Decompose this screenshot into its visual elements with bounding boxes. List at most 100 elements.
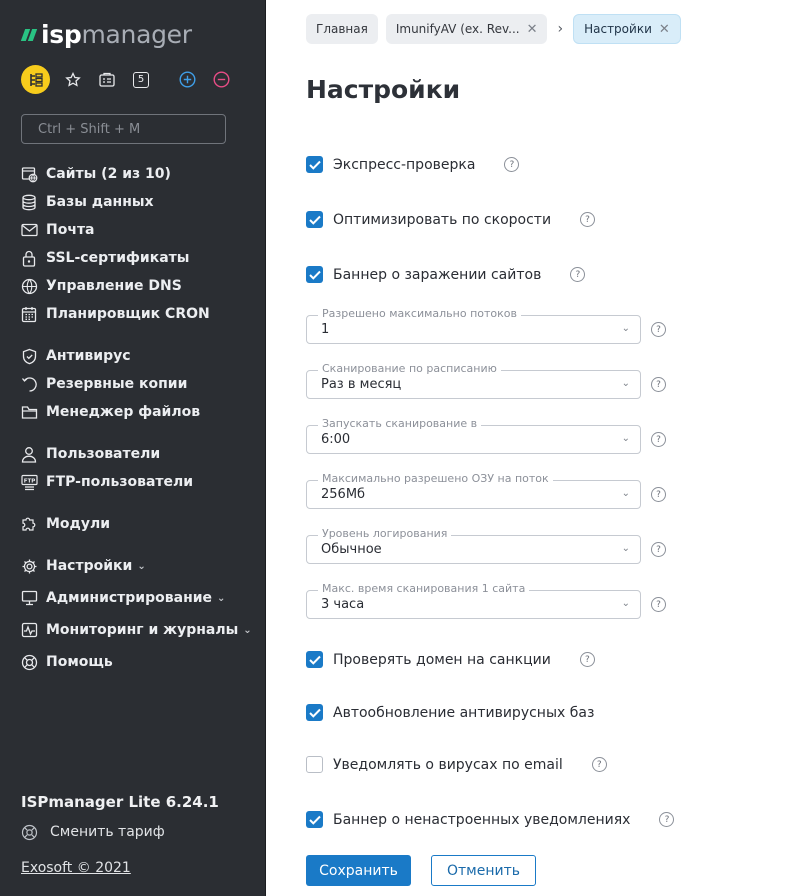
checkbox-unchecked-icon[interactable]	[306, 756, 323, 773]
sidebar-item-monitoring[interactable]: Мониторинг и журналы ⌄	[20, 616, 260, 644]
checkbox-label: Уведомлять о вирусах по email	[333, 756, 563, 773]
help-icon[interactable]: ?	[579, 652, 595, 667]
checkbox-express-scan[interactable]: Экспресс-проверка ?	[306, 156, 520, 173]
help-icon[interactable]: ?	[651, 487, 666, 502]
menu-gap	[20, 496, 260, 510]
chevron-down-icon: ⌄	[621, 543, 630, 554]
sidebar-item-label: SSL-сертификаты	[46, 250, 190, 266]
checkbox-label: Проверять домен на санкции	[333, 651, 551, 668]
ftp-icon: FTP	[20, 473, 38, 491]
checkbox-optimize-speed[interactable]: Оптимизировать по скорости ?	[306, 211, 596, 228]
sidebar-item-label: Резервные копии	[46, 376, 188, 392]
checkbox-checked-icon[interactable]	[306, 211, 323, 228]
sidebar-item-label: Настройки	[46, 558, 133, 574]
remove-circle-icon[interactable]	[210, 69, 232, 91]
select-log-level[interactable]: Уровень логирования Обычное ⌄	[306, 527, 641, 564]
checkbox-checked-icon[interactable]	[306, 651, 323, 668]
menu-gap	[20, 426, 260, 440]
checkbox-label: Оптимизировать по скорости	[333, 211, 552, 228]
ispmanager-logo[interactable]: isp manager	[20, 18, 192, 50]
sidebar-item-file-manager[interactable]: Менеджер файлов	[20, 398, 260, 426]
chevron-down-icon: ⌄	[137, 560, 146, 572]
menu-gap	[20, 538, 260, 552]
sidebar-item-settings[interactable]: Настройки ⌄	[20, 552, 260, 580]
checkbox-notifications-banner[interactable]: Баннер о ненастроенных уведомлениях ?	[306, 811, 675, 828]
select-max-ram[interactable]: Максимально разрешено ОЗУ на поток 256Мб…	[306, 472, 641, 509]
checkbox-auto-update[interactable]: Автообновление антивирусных баз	[306, 704, 594, 721]
select-label: Запускать сканирование в	[318, 417, 482, 430]
add-circle-icon[interactable]	[176, 69, 198, 91]
help-icon[interactable]: ?	[651, 377, 666, 392]
sidebar-item-label: Менеджер файлов	[46, 404, 201, 420]
select-start-time[interactable]: Запускать сканирование в 6:00 ⌄	[306, 417, 641, 454]
sidebar-item-label: Сайты (2 из 10)	[46, 166, 171, 182]
tree-icon[interactable]	[21, 65, 50, 94]
sidebar-item-mail[interactable]: Почта	[20, 216, 260, 244]
counter-badge[interactable]: 5	[130, 69, 152, 91]
cancel-button[interactable]: Отменить	[431, 855, 536, 886]
chevron-down-icon: ⌄	[621, 378, 630, 389]
breadcrumb-imunifyav[interactable]: ImunifyAV (ex. Rev... ✕	[385, 14, 548, 44]
select-max-scan-time[interactable]: Макс. время сканирования 1 сайта 3 часа …	[306, 582, 641, 619]
sidebar-item-label: FTP-пользователи	[46, 474, 194, 490]
help-icon[interactable]: ?	[651, 432, 666, 447]
help-icon[interactable]: ?	[651, 597, 666, 612]
breadcrumb: Главная ImunifyAV (ex. Rev... ✕ › Настрой…	[306, 14, 681, 44]
help-icon[interactable]: ?	[504, 157, 520, 172]
help-icon[interactable]: ?	[651, 322, 666, 337]
sidebar-item-label: Администрирование	[46, 590, 213, 606]
select-max-threads[interactable]: Разрешено максимально потоков 1 ⌄	[306, 307, 641, 344]
sidebar-item-label: Модули	[46, 516, 111, 532]
sidebar-item-dns[interactable]: Управление DNS	[20, 272, 260, 300]
sidebar-item-administration[interactable]: Администрирование ⌄	[20, 584, 260, 612]
sidebar-item-label: Помощь	[46, 654, 113, 670]
help-icon[interactable]: ?	[580, 212, 596, 227]
breadcrumb-label: ImunifyAV (ex. Rev...	[395, 22, 520, 36]
breadcrumb-settings[interactable]: Настройки ✕	[573, 14, 681, 44]
checkbox-email-notify[interactable]: Уведомлять о вирусах по email ?	[306, 756, 607, 773]
breadcrumb-home[interactable]: Главная	[306, 14, 378, 44]
sidebar-item-ssl[interactable]: SSL-сертификаты	[20, 244, 260, 272]
chevron-down-icon: ⌄	[243, 624, 252, 636]
sidebar-item-label: Управление DNS	[46, 278, 182, 294]
logo-text-bold: isp	[41, 19, 82, 49]
close-icon[interactable]: ✕	[659, 22, 670, 37]
tariff-icon	[21, 823, 39, 841]
select-value: 256Мб	[321, 487, 366, 502]
sidebar-item-ftp-users[interactable]: FTP FTP-пользователи	[20, 468, 260, 496]
close-icon[interactable]: ✕	[527, 22, 538, 37]
main-menu: Сайты (2 из 10) Базы данных Почта SSL-се…	[20, 160, 260, 676]
sidebar-item-help[interactable]: Помощь	[20, 648, 260, 676]
checkbox-checked-icon[interactable]	[306, 704, 323, 721]
sidebar-item-cron[interactable]: Планировщик CRON	[20, 300, 260, 328]
sidebar-item-sites[interactable]: Сайты (2 из 10)	[20, 160, 260, 188]
sidebar-item-databases[interactable]: Базы данных	[20, 188, 260, 216]
sidebar-item-antivirus[interactable]: Антивирус	[20, 342, 260, 370]
sidebar-item-label: Почта	[46, 222, 95, 238]
change-tariff-link[interactable]: Сменить тариф	[21, 823, 165, 841]
star-icon[interactable]	[62, 69, 84, 91]
save-button[interactable]: Сохранить	[306, 855, 411, 886]
select-label: Макс. время сканирования 1 сайта	[318, 582, 530, 595]
sidebar-item-modules[interactable]: Модули	[20, 510, 260, 538]
clipboard-icon[interactable]	[96, 69, 118, 91]
checkbox-checked-icon[interactable]	[306, 811, 323, 828]
calendar-icon	[20, 305, 38, 323]
checkbox-checked-icon[interactable]	[306, 156, 323, 173]
checkbox-checked-icon[interactable]	[306, 266, 323, 283]
sidebar-item-backups[interactable]: Резервные копии	[20, 370, 260, 398]
help-icon[interactable]: ?	[651, 542, 666, 557]
search-input[interactable]	[21, 114, 226, 144]
gear-icon	[20, 557, 38, 575]
select-label: Разрешено максимально потоков	[318, 307, 521, 320]
checkbox-domain-sanctions[interactable]: Проверять домен на санкции ?	[306, 651, 595, 668]
help-icon[interactable]: ?	[570, 267, 586, 282]
select-schedule[interactable]: Сканирование по расписанию Раз в месяц ⌄	[306, 362, 641, 399]
select-label: Уровень логирования	[318, 527, 452, 540]
help-icon[interactable]: ?	[591, 757, 607, 772]
chevron-down-icon: ⌄	[621, 598, 630, 609]
sidebar-item-users[interactable]: Пользователи	[20, 440, 260, 468]
checkbox-infection-banner[interactable]: Баннер о заражении сайтов ?	[306, 266, 586, 283]
copyright-link[interactable]: Exosoft © 2021	[21, 860, 131, 876]
help-icon[interactable]: ?	[659, 812, 675, 827]
